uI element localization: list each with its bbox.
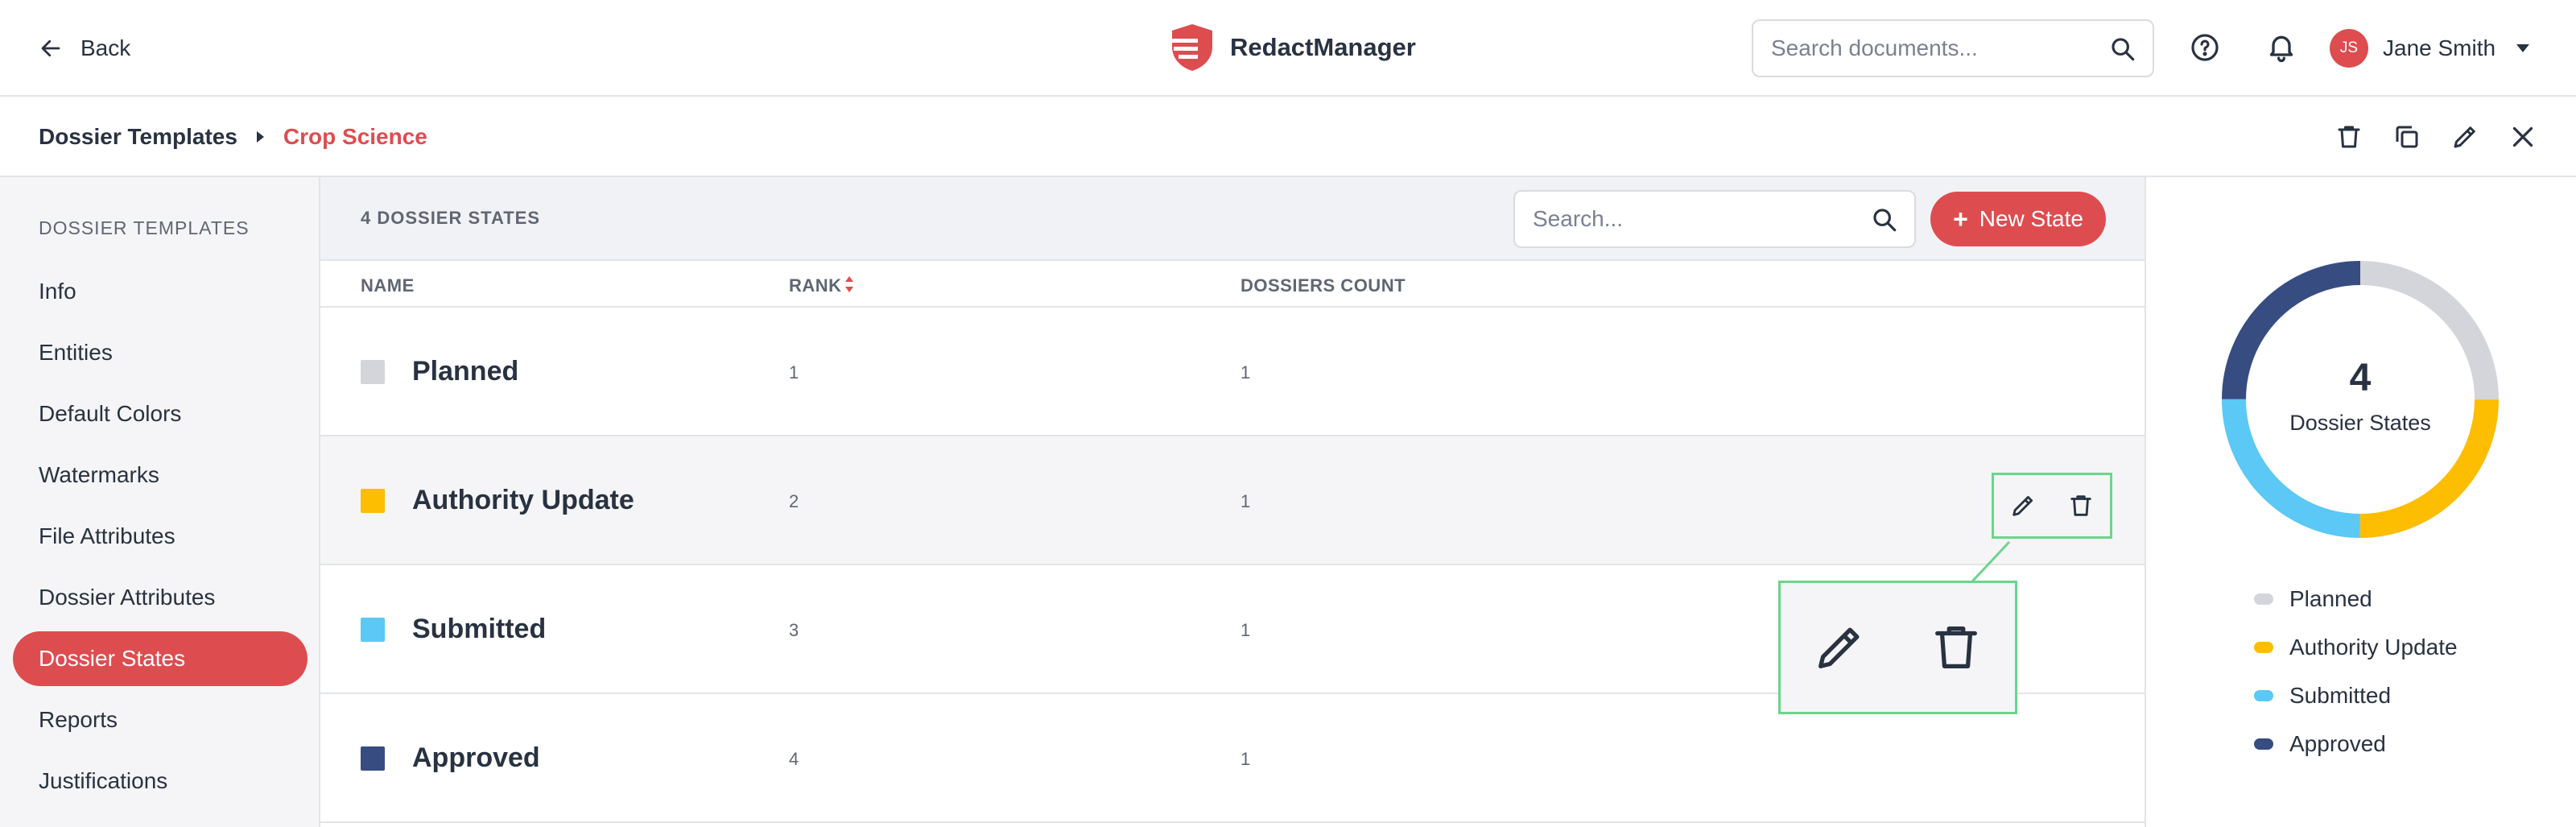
state-dossiers-count: 1 (1241, 749, 1251, 769)
shield-logo-icon (1169, 24, 1212, 71)
global-search (1752, 19, 2154, 77)
legend-dot (2254, 738, 2273, 750)
legend-item: Authority Update (2254, 623, 2458, 672)
legend-label: Planned (2289, 586, 2372, 611)
state-dossiers-count: 1 (1241, 362, 1251, 382)
states-total: 4 (2349, 357, 2372, 399)
states-table: 4 DOSSIER STATES + New State NAME RANK D… (320, 177, 2145, 827)
states-total-label: Dossier States (2289, 411, 2431, 435)
search-icon[interactable] (2109, 35, 2136, 63)
pencil-icon (1818, 627, 1860, 668)
trash-icon (1935, 626, 1978, 668)
state-dossiers-count: 1 (1241, 491, 1251, 511)
legend-label: Submitted (2289, 683, 2392, 708)
column-name[interactable]: NAME (361, 275, 415, 296)
zoom-callout (1778, 581, 2017, 714)
state-name: Submitted (412, 614, 547, 644)
template-actions (2334, 121, 2537, 156)
search-icon[interactable] (1871, 206, 1898, 234)
global-search-input[interactable] (1771, 21, 2109, 76)
state-dossiers-count: 1 (1241, 620, 1251, 640)
clone-template-button[interactable] (2392, 121, 2421, 153)
new-state-label: New State (1979, 206, 2083, 231)
chart-legend: Planned Authority Update Submitted Appro… (2254, 575, 2458, 768)
breadcrumb-parent[interactable]: Dossier Templates (39, 124, 237, 150)
sidebar-item-dossier-states[interactable]: Dossier States (13, 631, 308, 686)
states-count: 4 DOSSIER STATES (361, 208, 541, 228)
breadcrumb-current[interactable]: Crop Science (283, 124, 427, 150)
user-name: Jane Smith (2383, 35, 2496, 60)
top-bar: Back RedactManager JS Jane Smith (0, 0, 2576, 97)
caret-right-icon (256, 131, 264, 143)
table-search (1513, 190, 1916, 248)
state-color-swatch (361, 746, 385, 771)
sub-header: Dossier Templates Crop Science (0, 97, 2576, 177)
app-logo: RedactManager (1169, 23, 1416, 72)
sidebar-item-justifications[interactable]: Justifications (13, 754, 308, 808)
app-name: RedactManager (1230, 33, 1416, 61)
delete-template-button[interactable] (2334, 121, 2363, 153)
user-menu[interactable]: JS Jane Smith (2330, 27, 2530, 69)
table-search-input[interactable] (1533, 192, 1871, 246)
trash-icon[interactable] (2067, 492, 2095, 519)
state-rank: 3 (789, 620, 799, 640)
table-row[interactable]: Planned 1 1 (320, 308, 2145, 436)
edit-template-button[interactable] (2450, 121, 2479, 153)
bell-icon[interactable] (2265, 31, 2297, 63)
state-color-swatch (361, 360, 385, 384)
state-rank: 1 (789, 362, 799, 382)
sidebar-item-info[interactable]: Info (13, 264, 308, 319)
new-state-button[interactable]: + New State (1930, 192, 2106, 246)
column-rank[interactable]: RANK (789, 275, 842, 296)
legend-dot (2254, 690, 2273, 701)
close-icon (2512, 126, 2533, 147)
sidebar-item-watermarks[interactable]: Watermarks (13, 448, 308, 502)
column-dossiers-count[interactable]: DOSSIERS COUNT (1241, 275, 1406, 296)
legend-dot (2254, 593, 2273, 605)
avatar: JS (2330, 29, 2368, 68)
legend-dot (2254, 642, 2273, 653)
sidebar: DOSSIER TEMPLATES Info Entities Default … (0, 177, 320, 827)
plus-icon: + (1953, 204, 1968, 234)
help-icon[interactable] (2190, 32, 2220, 63)
trash-icon (2338, 126, 2360, 148)
state-name: Authority Update (412, 485, 634, 515)
legend-label: Authority Update (2289, 635, 2458, 660)
sidebar-item-default-colors[interactable]: Default Colors (13, 387, 308, 441)
state-color-swatch (361, 618, 385, 642)
state-name: Approved (412, 742, 540, 773)
breadcrumb: Dossier Templates Crop Science (39, 121, 427, 153)
legend-item: Planned (2254, 575, 2458, 623)
pencil-icon[interactable] (2009, 492, 2037, 519)
table-toolbar: 4 DOSSIER STATES + New State (320, 177, 2145, 259)
sidebar-item-reports[interactable]: Reports (13, 693, 308, 747)
back-button[interactable]: Back (39, 31, 130, 66)
sidebar-item-file-attributes[interactable]: File Attributes (13, 509, 308, 564)
table-header: NAME RANK DOSSIERS COUNT (320, 259, 2145, 308)
copy-icon (2396, 126, 2418, 148)
pencil-icon (2454, 126, 2475, 148)
sidebar-title: DOSSIER TEMPLATES (39, 217, 250, 238)
state-name: Planned (412, 356, 519, 387)
state-rank: 2 (789, 491, 799, 511)
table-row[interactable]: Authority Update 2 1 (320, 436, 2145, 565)
back-label: Back (80, 35, 131, 60)
sidebar-item-dossier-attributes[interactable]: Dossier Attributes (13, 570, 308, 625)
sort-icon[interactable] (844, 273, 855, 296)
close-button[interactable] (2508, 121, 2537, 153)
legend-item: Submitted (2254, 672, 2458, 720)
legend-label: Approved (2289, 731, 2386, 756)
state-color-swatch (361, 489, 385, 513)
row-actions (1992, 473, 2112, 539)
caret-down-icon (2516, 44, 2530, 52)
sidebar-item-entities[interactable]: Entities (13, 325, 308, 380)
state-rank: 4 (789, 749, 799, 769)
summary-panel: 4 Dossier States Planned Authority Updat… (2145, 177, 2576, 827)
legend-item: Approved (2254, 720, 2458, 768)
arrow-left-icon (41, 39, 60, 57)
